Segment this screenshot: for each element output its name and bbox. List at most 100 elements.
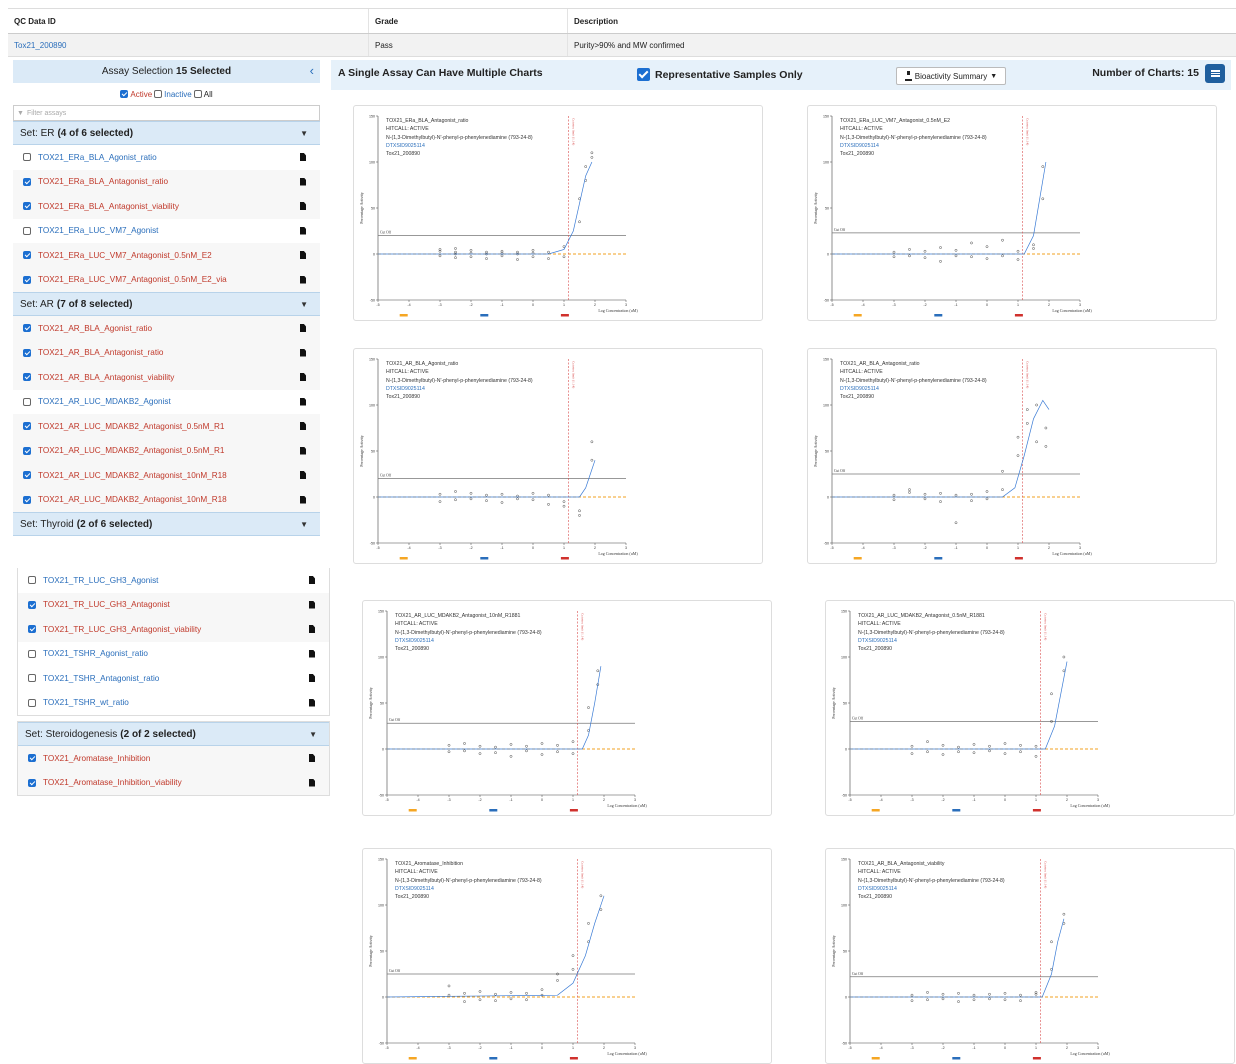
document-icon[interactable]: [300, 202, 306, 210]
assay-name[interactable]: TOX21_ERa_LUC_VM7_Agonist: [38, 226, 228, 235]
assay-row[interactable]: TOX21_AR_LUC_MDAKB2_Antagonist_10nM_R18: [13, 463, 320, 488]
assay-name[interactable]: TOX21_AR_BLA_Antagonist_viability: [38, 373, 228, 382]
assay-checkbox[interactable]: [28, 779, 36, 787]
representative-toggle[interactable]: Representative Samples Only: [637, 68, 803, 81]
dtxsid-link[interactable]: DTXSID9025114: [395, 637, 542, 645]
caret-down-icon[interactable]: ▼: [300, 300, 308, 309]
assay-name[interactable]: TOX21_ERa_BLA_Agonist_ratio: [38, 153, 228, 162]
representative-checkbox[interactable]: [637, 68, 650, 81]
assay-checkbox[interactable]: [23, 153, 31, 161]
assay-row[interactable]: TOX21_TR_LUC_GH3_Antagonist: [18, 593, 329, 618]
document-icon[interactable]: [300, 276, 306, 284]
document-icon[interactable]: [309, 625, 315, 633]
collapse-panel-icon[interactable]: ‹: [310, 63, 314, 78]
assay-checkbox[interactable]: [23, 398, 31, 406]
assay-row[interactable]: TOX21_TSHR_wt_ratio: [18, 691, 329, 716]
assay-name[interactable]: TOX21_ERa_LUC_VM7_Antagonist_0.5nM_E2: [38, 251, 228, 260]
assay-name[interactable]: TOX21_TR_LUC_GH3_Antagonist: [43, 600, 233, 609]
document-icon[interactable]: [309, 699, 315, 707]
assay-checkbox[interactable]: [28, 754, 36, 762]
document-icon[interactable]: [300, 324, 306, 332]
document-icon[interactable]: [300, 471, 306, 479]
assay-name[interactable]: TOX21_ERa_BLA_Antagonist_viability: [38, 202, 228, 211]
document-icon[interactable]: [300, 227, 306, 235]
assay-checkbox[interactable]: [28, 650, 36, 658]
assay-name[interactable]: TOX21_Aromatase_Inhibition: [43, 754, 233, 763]
document-icon[interactable]: [309, 601, 315, 609]
assay-row[interactable]: TOX21_Aromatase_Inhibition_viability: [18, 771, 329, 796]
document-icon[interactable]: [300, 422, 306, 430]
assay-checkbox[interactable]: [28, 674, 36, 682]
assay-name[interactable]: TOX21_AR_BLA_Agonist_ratio: [38, 324, 228, 333]
dtxsid-link[interactable]: DTXSID9025114: [858, 885, 1005, 893]
document-icon[interactable]: [309, 650, 315, 658]
assay-checkbox[interactable]: [23, 202, 31, 210]
assay-checkbox[interactable]: [23, 276, 31, 284]
assay-checkbox[interactable]: [28, 625, 36, 633]
assay-name[interactable]: TOX21_AR_LUC_MDAKB2_Antagonist_10nM_R18: [38, 495, 228, 504]
assay-name[interactable]: TOX21_AR_LUC_MDAKB2_Antagonist_0.5nM_R1: [38, 446, 228, 455]
set-header[interactable]: Set: ER(4 of 6 selected)▼: [13, 121, 320, 145]
assay-row[interactable]: TOX21_AR_BLA_Antagonist_ratio: [13, 341, 320, 366]
assay-row[interactable]: TOX21_TSHR_Antagonist_ratio: [18, 666, 329, 691]
assay-checkbox[interactable]: [23, 422, 31, 430]
assay-checkbox[interactable]: [23, 447, 31, 455]
document-icon[interactable]: [309, 576, 315, 584]
dtxsid-link[interactable]: DTXSID9025114: [395, 885, 542, 893]
document-icon[interactable]: [300, 251, 306, 259]
filter-assays-input[interactable]: ▼ Filter assays: [13, 105, 320, 121]
bioactivity-summary-button[interactable]: Bioactivity Summary ▼: [896, 67, 1006, 85]
document-icon[interactable]: [300, 178, 306, 186]
assay-name[interactable]: TOX21_TR_LUC_GH3_Agonist: [43, 576, 233, 585]
qc-id-link[interactable]: Tox21_200890: [14, 41, 67, 50]
assay-checkbox[interactable]: [23, 373, 31, 381]
assay-row[interactable]: TOX21_ERa_BLA_Agonist_ratio: [13, 145, 320, 170]
assay-name[interactable]: TOX21_ERa_BLA_Antagonist_ratio: [38, 177, 228, 186]
dtxsid-link[interactable]: DTXSID9025114: [386, 385, 533, 393]
caret-down-icon[interactable]: ▼: [300, 520, 308, 529]
document-icon[interactable]: [300, 447, 306, 455]
assay-row[interactable]: TOX21_AR_LUC_MDAKB2_Antagonist_10nM_R18: [13, 488, 320, 513]
assay-row[interactable]: TOX21_ERa_LUC_VM7_Antagonist_0.5nM_E2: [13, 243, 320, 268]
assay-row[interactable]: TOX21_AR_BLA_Agonist_ratio: [13, 316, 320, 341]
dtxsid-link[interactable]: DTXSID9025114: [840, 142, 987, 150]
assay-name[interactable]: TOX21_AR_LUC_MDAKB2_Agonist: [38, 397, 228, 406]
assay-row[interactable]: TOX21_TSHR_Agonist_ratio: [18, 642, 329, 667]
dtxsid-link[interactable]: DTXSID9025114: [858, 637, 1005, 645]
assay-checkbox[interactable]: [23, 178, 31, 186]
assay-name[interactable]: TOX21_AR_BLA_Antagonist_ratio: [38, 348, 228, 357]
assay-row[interactable]: TOX21_ERa_BLA_Antagonist_ratio: [13, 170, 320, 195]
assay-checkbox[interactable]: [23, 349, 31, 357]
assay-name[interactable]: TOX21_AR_LUC_MDAKB2_Antagonist_0.5nM_R1: [38, 422, 228, 431]
assay-row[interactable]: TOX21_ERa_LUC_VM7_Antagonist_0.5nM_E2_vi…: [13, 268, 320, 293]
assay-row[interactable]: TOX21_TR_LUC_GH3_Antagonist_viability: [18, 617, 329, 642]
assay-name[interactable]: TOX21_AR_LUC_MDAKB2_Antagonist_10nM_R18: [38, 471, 228, 480]
assay-checkbox[interactable]: [23, 471, 31, 479]
assay-checkbox[interactable]: [28, 699, 36, 707]
active-checkbox[interactable]: [120, 90, 128, 98]
set-header[interactable]: Set: Thyroid(2 of 6 selected)▼: [13, 512, 320, 536]
document-icon[interactable]: [309, 779, 315, 787]
assay-checkbox[interactable]: [28, 601, 36, 609]
assay-row[interactable]: TOX21_Aromatase_Inhibition: [18, 746, 329, 771]
assay-row[interactable]: TOX21_AR_LUC_MDAKB2_Agonist: [13, 390, 320, 415]
assay-row[interactable]: TOX21_AR_LUC_MDAKB2_Antagonist_0.5nM_R1: [13, 439, 320, 464]
document-icon[interactable]: [300, 349, 306, 357]
document-icon[interactable]: [300, 496, 306, 504]
assay-checkbox[interactable]: [23, 324, 31, 332]
assay-name[interactable]: TOX21_Aromatase_Inhibition_viability: [43, 778, 233, 787]
document-icon[interactable]: [300, 398, 306, 406]
dtxsid-link[interactable]: DTXSID9025114: [386, 142, 533, 150]
assay-row[interactable]: TOX21_AR_BLA_Antagonist_viability: [13, 365, 320, 390]
caret-down-icon[interactable]: ▼: [300, 129, 308, 138]
assay-checkbox[interactable]: [23, 496, 31, 504]
assay-checkbox[interactable]: [23, 251, 31, 259]
assay-name[interactable]: TOX21_TSHR_Antagonist_ratio: [43, 674, 233, 683]
assay-name[interactable]: TOX21_ERa_LUC_VM7_Antagonist_0.5nM_E2_vi…: [38, 275, 228, 284]
assay-name[interactable]: TOX21_TSHR_Agonist_ratio: [43, 649, 233, 658]
assay-name[interactable]: TOX21_TSHR_wt_ratio: [43, 698, 233, 707]
assay-row[interactable]: TOX21_AR_LUC_MDAKB2_Antagonist_0.5nM_R1: [13, 414, 320, 439]
all-checkbox[interactable]: [194, 90, 202, 98]
list-view-button[interactable]: [1205, 64, 1225, 83]
assay-row[interactable]: TOX21_ERa_BLA_Antagonist_viability: [13, 194, 320, 219]
